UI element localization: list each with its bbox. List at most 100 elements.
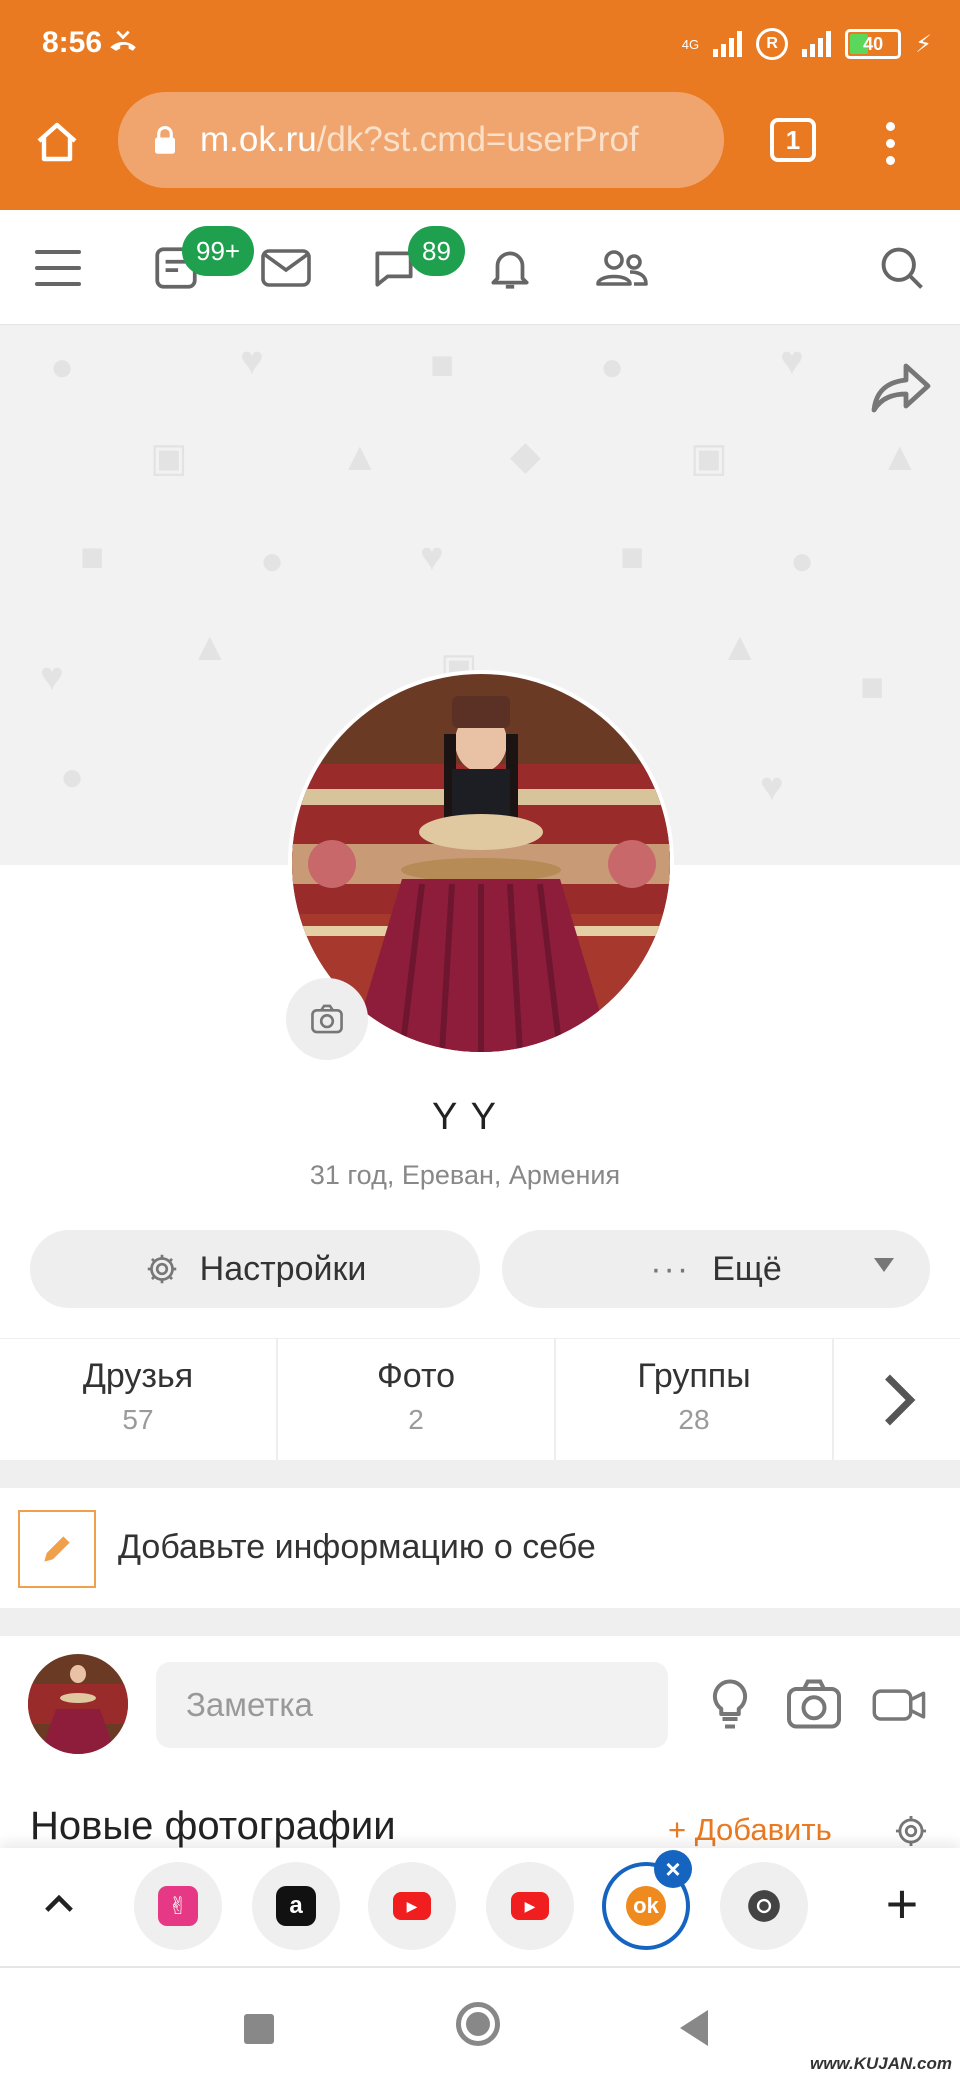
heart-pattern-icon: ♥ xyxy=(760,765,784,809)
pattern-icon: ● xyxy=(260,539,285,583)
share-icon[interactable] xyxy=(870,358,934,418)
search-button[interactable] xyxy=(872,238,932,298)
watermark: www.KUJAN.com xyxy=(809,2054,952,2073)
pattern-icon: ▲ xyxy=(720,625,760,669)
gear-icon[interactable] xyxy=(892,1812,930,1850)
note-input[interactable]: Заметка xyxy=(156,1662,668,1748)
pattern-icon: ● xyxy=(50,345,75,389)
discussions-badge: 89 xyxy=(408,226,465,276)
tab-app-2[interactable]: a xyxy=(252,1862,340,1950)
more-label: Ещё xyxy=(712,1249,782,1288)
search-icon xyxy=(881,247,923,289)
home-button[interactable] xyxy=(24,110,90,176)
camera-icon xyxy=(311,1004,343,1034)
chevron-right-icon[interactable] xyxy=(876,1365,922,1435)
video-icon[interactable] xyxy=(870,1674,930,1734)
network-type: 4G xyxy=(681,36,700,52)
tab-app-1[interactable]: ✌ xyxy=(134,1862,222,1950)
add-about-row[interactable]: Добавьте информацию о себе xyxy=(0,1488,960,1608)
pattern-icon: ▲ xyxy=(190,625,230,669)
ok-logo-icon: ok xyxy=(626,1886,666,1926)
section-title: Новые фотографии xyxy=(30,1804,396,1848)
avatar-photo xyxy=(28,1654,128,1754)
stat-label: Фото xyxy=(376,1357,456,1395)
stat-label: Группы xyxy=(637,1357,751,1395)
edit-icon-box xyxy=(18,1510,96,1588)
bell-icon xyxy=(491,251,529,289)
status-indicators: 4G R 40 ⚡ xyxy=(682,24,932,64)
pattern-icon: ■ xyxy=(860,665,885,709)
more-button[interactable]: ··· Ещё xyxy=(502,1230,930,1308)
new-tab-button[interactable]: + xyxy=(876,1874,928,1934)
about-text: Добавьте информацию о себе xyxy=(118,1528,596,1566)
battery-level: 40 xyxy=(863,33,884,54)
home-icon xyxy=(37,122,77,162)
pattern-icon: ■ xyxy=(80,535,105,579)
chrome-icon xyxy=(748,1890,780,1922)
close-tab-button[interactable]: × xyxy=(654,1850,692,1888)
url-host: m.ok.ru xyxy=(200,120,317,159)
heart-pattern-icon: ♥ xyxy=(420,535,444,579)
profile-name: Y Y xyxy=(432,1096,498,1138)
pattern-icon: ▲ xyxy=(880,435,920,479)
more-dots-icon: ··· xyxy=(650,1249,691,1288)
pattern-icon: ▣ xyxy=(150,436,188,480)
lightbulb-icon[interactable] xyxy=(700,1674,760,1734)
settings-button[interactable]: Настройки xyxy=(30,1230,480,1308)
lock-icon xyxy=(155,125,175,154)
tabs-button[interactable]: 1 xyxy=(770,118,816,162)
friends-button[interactable] xyxy=(592,238,652,298)
change-photo-button[interactable] xyxy=(286,978,368,1060)
stat-friends[interactable]: Друзья 57 xyxy=(0,1339,278,1461)
pattern-icon: ● xyxy=(60,755,85,799)
hamburger-menu-button[interactable] xyxy=(28,238,88,298)
youtube-icon: ▶ xyxy=(393,1892,431,1920)
tab-youtube-2[interactable]: ▶ xyxy=(486,1862,574,1950)
browser-menu-button[interactable] xyxy=(870,110,910,176)
notifications-button[interactable] xyxy=(480,238,540,298)
pattern-icon: ● xyxy=(790,539,815,583)
section-divider xyxy=(0,1608,960,1636)
heart-pattern-icon: ♥ xyxy=(40,655,64,699)
pattern-icon: ◆ xyxy=(510,434,541,478)
heart-pattern-icon: ♥ xyxy=(240,339,264,383)
tab-chrome[interactable] xyxy=(720,1862,808,1950)
add-photo-link[interactable]: + Добавить xyxy=(668,1812,832,1848)
gear-icon xyxy=(147,1254,176,1284)
stat-groups[interactable]: Группы 28 xyxy=(556,1339,834,1461)
signal-icon xyxy=(802,31,832,57)
missed-call-icon xyxy=(110,30,136,51)
pattern-icon: ▣ xyxy=(690,436,728,480)
section-divider xyxy=(0,1460,960,1488)
stat-label: Друзья xyxy=(82,1357,194,1395)
tab-youtube-1[interactable]: ▶ xyxy=(368,1862,456,1950)
url-text: m.ok.ru/dk?st.cmd=userProf xyxy=(200,120,639,160)
browser-tab-strip: ✌ a ▶ ▶ ok × + xyxy=(0,1848,960,1966)
settings-label: Настройки xyxy=(199,1249,367,1288)
signal-icon xyxy=(713,31,743,57)
heart-pattern-icon: ♥ xyxy=(780,339,804,383)
pattern-icon: ■ xyxy=(620,535,645,579)
app-icon: a xyxy=(276,1886,316,1926)
profile-info: 31 год, Ереван, Армения xyxy=(309,1160,621,1190)
stat-photos[interactable]: Фото 2 xyxy=(278,1339,556,1461)
pattern-icon: ■ xyxy=(430,343,455,387)
chevron-up-icon[interactable] xyxy=(38,1884,80,1926)
recent-apps-button[interactable] xyxy=(244,2014,274,2044)
battery-icon: 40 xyxy=(845,29,902,59)
url-bar[interactable]: m.ok.ru/dk?st.cmd=userProf xyxy=(118,92,724,188)
camera-icon[interactable] xyxy=(784,1674,844,1734)
stat-value: 57 xyxy=(122,1404,154,1435)
pattern-icon: ▲ xyxy=(340,435,380,479)
charging-icon: ⚡ xyxy=(915,30,932,58)
caret-down-icon xyxy=(874,1258,894,1272)
android-home-button[interactable] xyxy=(456,2002,500,2046)
post-composer: Заметка xyxy=(0,1638,960,1754)
hamburger-icon xyxy=(35,250,81,286)
messages-button[interactable] xyxy=(256,238,316,298)
avatar xyxy=(28,1654,128,1754)
back-button[interactable] xyxy=(680,2010,708,2046)
feed-badge: 99+ xyxy=(182,226,255,276)
url-path: /dk?st.cmd=userProf xyxy=(316,120,639,159)
youtube-icon: ▶ xyxy=(511,1892,549,1920)
